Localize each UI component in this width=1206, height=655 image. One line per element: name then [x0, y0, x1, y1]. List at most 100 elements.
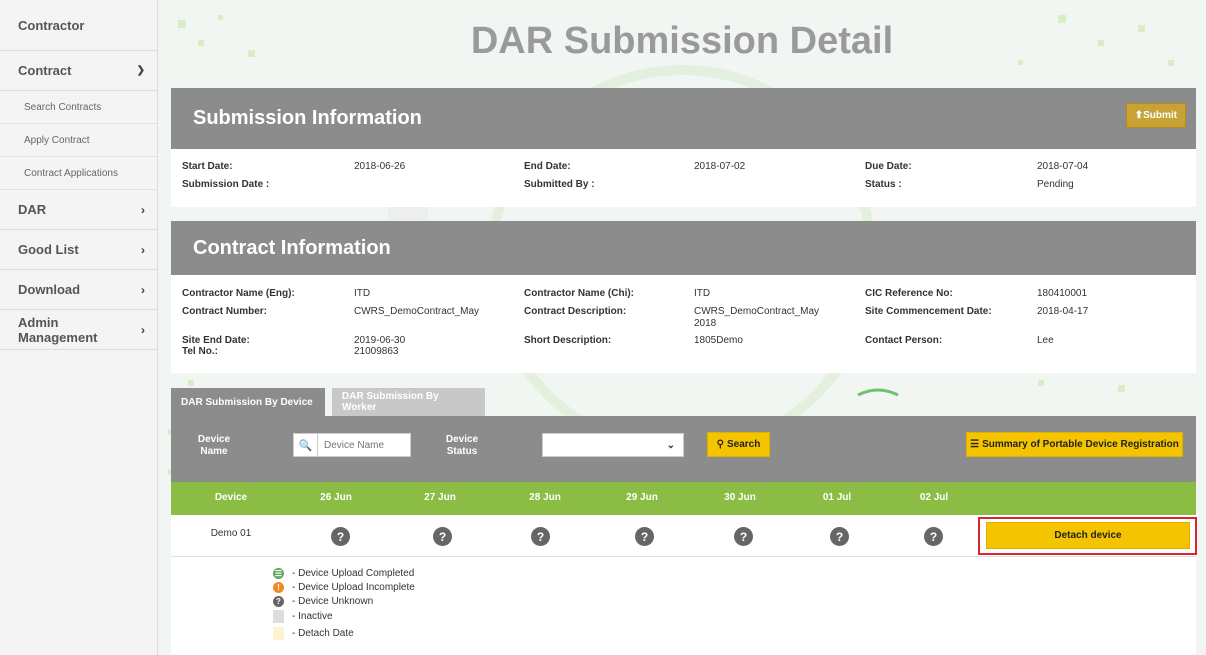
search-icon: 🔍: [294, 434, 318, 456]
site-end-value: 2019-06-30: [354, 335, 406, 346]
table-header: Device 26 Jun 27 Jun 28 Jun 29 Jun 30 Ju…: [171, 482, 1196, 515]
legend-item: - Inactive: [273, 610, 333, 623]
contract-info-body: Contractor Name (Eng): ITD Contractor Na…: [171, 275, 1196, 373]
chevron-down-icon: ❯: [136, 65, 145, 76]
sidebar-subitem-apply-contract[interactable]: Apply Contract: [0, 124, 157, 157]
search-button[interactable]: ⚲ Search: [707, 432, 770, 457]
device-status-select[interactable]: ⌄: [542, 433, 684, 457]
device-status-label: Device Status: [442, 434, 482, 458]
contract-info-header: Contract Information: [171, 221, 1196, 275]
legend-item: - Detach Date: [273, 627, 354, 640]
sidebar-item-dar[interactable]: DAR ›: [0, 190, 157, 230]
search-icon: ⚲: [716, 439, 724, 450]
device-unknown-icon: ?: [531, 527, 550, 546]
sidebar-item-admin-management[interactable]: Admin Management ›: [0, 310, 157, 350]
device-unknown-icon: ?: [734, 527, 753, 546]
site-commencement-value: 2018-04-17: [1037, 306, 1089, 317]
chevron-right-icon: ›: [141, 242, 145, 257]
chevron-right-icon: ›: [141, 322, 145, 337]
column-header-date: 30 Jun: [724, 492, 756, 503]
site-end-label: Site End Date:: [182, 335, 250, 346]
short-description-value: 1805Demo: [694, 335, 743, 346]
contractor-chi-label: Contractor Name (Chi):: [524, 288, 635, 299]
legend: ☰ - Device Upload Completed ! - Device U…: [171, 557, 1196, 655]
column-header-date: 29 Jun: [626, 492, 658, 503]
submit-button[interactable]: ⬆Submit: [1125, 103, 1186, 128]
sidebar-item-contract[interactable]: Contract ❯: [0, 51, 157, 91]
contractor-eng-label: Contractor Name (Eng):: [182, 288, 295, 299]
sidebar-item-download[interactable]: Download ›: [0, 270, 157, 310]
main-content: DAR Submission Detail Submission Informa…: [158, 0, 1206, 655]
sidebar-item-label: Contract: [18, 63, 72, 78]
device-status-label-line2: Status: [446, 446, 478, 457]
sidebar-item-label: Good List: [18, 242, 79, 257]
contract-description-label: Contract Description:: [524, 306, 627, 317]
sidebar: Contractor Contract ❯ Search Contracts A…: [0, 0, 158, 655]
device-name-label: Device Name: [193, 434, 235, 458]
section-title: Submission Information: [193, 107, 422, 129]
due-date-value: 2018-07-04: [1037, 161, 1089, 172]
legend-item: ! - Device Upload Incomplete: [273, 582, 415, 593]
contractor-eng-value: ITD: [354, 288, 371, 299]
tel-value: 21009863: [354, 346, 399, 357]
device-unknown-icon: ?: [635, 527, 654, 546]
due-date-label: Due Date:: [865, 161, 912, 172]
device-name-input[interactable]: [318, 439, 408, 451]
status-label: Status :: [865, 179, 902, 190]
column-header-date: 28 Jun: [529, 492, 561, 503]
detach-date-swatch: [273, 627, 284, 640]
tab-by-worker[interactable]: DAR Submission By Worker: [332, 388, 485, 416]
sidebar-item-label: Contractor: [18, 17, 85, 33]
column-header-device: Device: [214, 492, 248, 503]
sidebar-item-label: Admin Management: [18, 314, 98, 345]
start-date-value: 2018-06-26: [354, 161, 406, 172]
page-title: DAR Submission Detail: [470, 20, 894, 62]
device-unknown-icon: ?: [433, 527, 452, 546]
contract-description-value: CWRS_DemoContract_May: [694, 306, 820, 317]
chevron-right-icon: ›: [141, 202, 145, 217]
legend-label: - Device Upload Incomplete: [292, 582, 415, 593]
short-description-label: Short Description:: [524, 335, 612, 346]
submission-date-label: Submission Date :: [182, 179, 270, 190]
column-header-date: 01 Jul: [822, 492, 852, 503]
cic-label: CIC Reference No:: [865, 288, 953, 299]
legend-label: - Inactive: [292, 611, 333, 622]
submission-info-body: Start Date: 2018-06-26 End Date: 2018-07…: [171, 149, 1196, 207]
device-name-search[interactable]: 🔍: [293, 433, 411, 457]
device-unknown-icon: ?: [331, 527, 350, 546]
inactive-swatch: [273, 610, 284, 623]
end-date-label: End Date:: [524, 161, 571, 172]
contact-person-value: Lee: [1037, 335, 1054, 346]
contract-number-value: CWRS_DemoContract_May: [354, 306, 480, 317]
sidebar-subitem-contract-applications[interactable]: Contract Applications: [0, 157, 157, 190]
device-unknown-icon: ?: [924, 527, 943, 546]
contact-person-label: Contact Person:: [865, 335, 943, 346]
submitted-by-label: Submitted By :: [524, 179, 595, 190]
legend-label: - Device Unknown: [292, 596, 374, 607]
submit-label: Submit: [1143, 110, 1177, 121]
highlight-box: [978, 517, 1197, 555]
sidebar-item-label: Download: [18, 282, 81, 297]
submission-info-header: Submission Information ⬆Submit: [171, 88, 1196, 149]
device-unknown-icon: ?: [830, 527, 849, 546]
sidebar-subitem-search-contracts[interactable]: Search Contracts: [0, 91, 157, 124]
sidebar-item-contractor[interactable]: Contractor: [0, 0, 157, 51]
column-header-date: 27 Jun: [424, 492, 456, 503]
upload-incomplete-icon: !: [273, 582, 284, 593]
tab-by-device[interactable]: DAR Submission By Device: [171, 388, 325, 416]
upload-completed-icon: ☰: [273, 568, 284, 579]
chevron-down-icon: ⌄: [666, 439, 675, 451]
sidebar-item-good-list[interactable]: Good List ›: [0, 230, 157, 270]
device-name-cell: Demo 01: [210, 528, 252, 539]
contractor-chi-value: ITD: [694, 288, 711, 299]
legend-item: ? - Device Unknown: [273, 596, 373, 607]
column-header-date: 02 Jul: [919, 492, 949, 503]
end-date-value: 2018-07-02: [694, 161, 746, 172]
search-button-label: Search: [726, 439, 761, 450]
legend-label: - Detach Date: [292, 628, 354, 639]
summary-device-registration-button[interactable]: ☰ Summary of Portable Device Registratio…: [966, 432, 1183, 457]
summary-button-label: Summary of Portable Device Registration: [982, 439, 1179, 450]
tel-label: Tel No.:: [182, 346, 218, 357]
filter-bar: Device Name 🔍 Device Status ⌄ ⚲ Search ☰…: [171, 416, 1196, 482]
section-title: Contract Information: [193, 236, 391, 259]
